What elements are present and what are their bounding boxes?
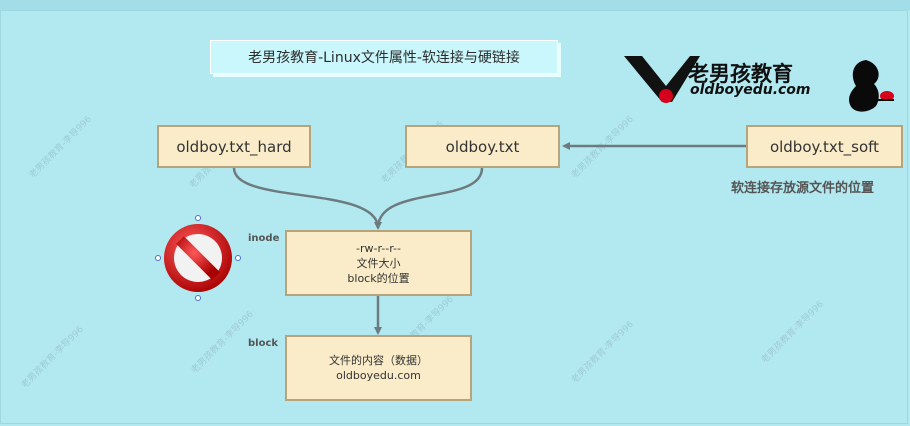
woman-silhouette-icon <box>849 60 894 112</box>
